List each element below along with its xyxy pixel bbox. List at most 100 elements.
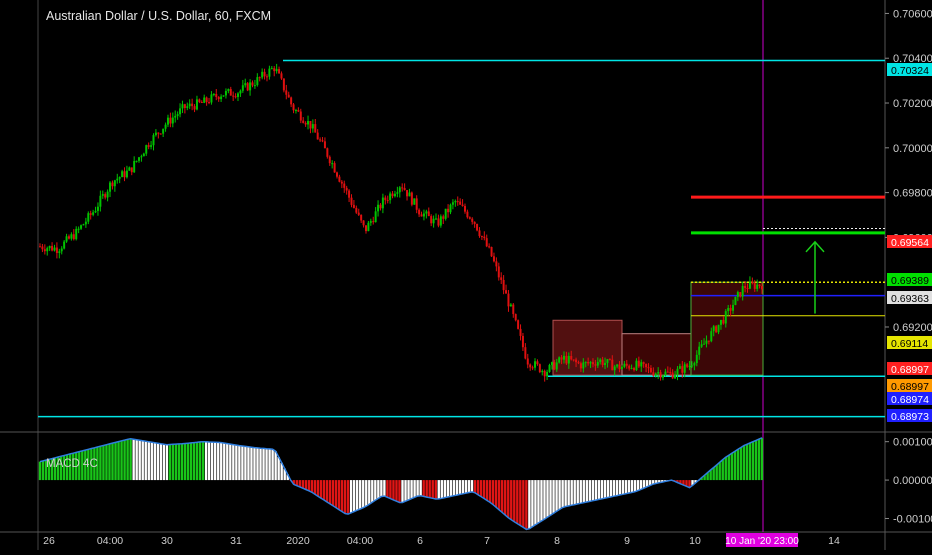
price-label-text: 0.68997 [891, 381, 929, 393]
macd-bar [198, 441, 202, 481]
candle-body [690, 365, 693, 367]
macd-bar [564, 480, 567, 507]
candle-body [186, 106, 189, 108]
candle-body [620, 366, 623, 370]
candle-body [101, 194, 104, 196]
candle-body [82, 224, 85, 226]
candle-body [570, 355, 573, 360]
macd-bar [434, 480, 437, 499]
macd-bar [310, 480, 314, 493]
macd-bar [630, 480, 634, 493]
macd-bar [507, 480, 510, 518]
chart-root[interactable]: 0.706000.704000.702000.700000.698000.696… [0, 0, 932, 550]
macd-bar [612, 480, 616, 497]
candle-body [519, 328, 522, 336]
macd-bar [591, 480, 595, 501]
macd-bar [419, 480, 422, 496]
candle-body [290, 97, 293, 105]
time-tick-label: 6 [417, 535, 423, 547]
chart-svg[interactable]: 0.706000.704000.702000.700000.698000.696… [0, 0, 932, 550]
candle-body [756, 284, 759, 289]
candle-body [72, 234, 75, 240]
candle-body [166, 117, 169, 125]
candle-body [727, 307, 730, 312]
macd-bar [398, 480, 401, 503]
candle-body [364, 225, 367, 232]
macd-bar [250, 447, 253, 481]
candle-body [630, 368, 633, 370]
candle-body [280, 73, 283, 79]
candle-body [418, 209, 421, 215]
candle-body [526, 358, 529, 365]
macd-bar [404, 480, 407, 502]
candle-body [471, 218, 474, 222]
candle-body [492, 256, 495, 262]
candle-body [647, 367, 650, 369]
candle-body [386, 200, 389, 202]
candle-body [565, 355, 568, 364]
macd-bar [627, 480, 631, 493]
macd-bar [114, 442, 117, 481]
candle-body [111, 182, 114, 187]
candle-body [739, 292, 742, 297]
candle-body [555, 362, 558, 370]
macd-bar [721, 459, 724, 481]
macd-bar [588, 480, 592, 502]
macd-bar [491, 480, 495, 505]
time-tick-label: 31 [230, 535, 242, 547]
macd-bar [226, 443, 229, 481]
candle-body [521, 335, 524, 348]
macd-bar [443, 480, 447, 498]
macd-bar [153, 442, 156, 481]
candle-body [319, 139, 322, 141]
macd-bar [271, 449, 274, 481]
macd-bar [473, 480, 477, 493]
candle-body [116, 178, 119, 181]
candle-body [425, 211, 428, 214]
candle-body [147, 145, 150, 147]
macd-bar [633, 480, 637, 492]
candle-body [140, 156, 143, 158]
candle-body [278, 69, 281, 74]
candle-body [309, 121, 312, 129]
candle-body [246, 83, 249, 91]
macd-bar [549, 480, 552, 516]
macd-bar [642, 480, 646, 488]
candle-body [753, 283, 756, 289]
candle-body [381, 197, 384, 209]
candle-body [331, 163, 334, 165]
macd-bar [600, 480, 604, 499]
candle-body [500, 277, 503, 280]
candle-body [611, 359, 614, 371]
candle-body [717, 324, 720, 333]
candle-body [703, 343, 706, 345]
macd-bar [204, 441, 208, 481]
candle-body [282, 78, 285, 91]
candle-body [338, 176, 341, 182]
candle-body [459, 201, 462, 205]
candle-body [461, 204, 464, 207]
candle-body [485, 238, 488, 247]
candle-body [217, 96, 220, 100]
candle-body [577, 362, 580, 364]
price-label-text: 0.69389 [891, 275, 929, 287]
price-tick-label: 0.69200 [893, 322, 932, 334]
candle-body [430, 216, 433, 224]
candle-body [514, 314, 517, 321]
macd-bar [470, 480, 474, 492]
macd-bar [147, 441, 150, 481]
macd-bar [522, 480, 525, 528]
macd-bar [543, 480, 546, 520]
candle-body [195, 99, 198, 110]
macd-bar [621, 480, 625, 495]
macd-bar [386, 480, 389, 498]
macd-bar [174, 444, 178, 481]
candle-body [671, 372, 674, 379]
candle-body [304, 122, 307, 125]
macd-bar [745, 444, 749, 481]
candle-body [613, 366, 616, 371]
candle-body [732, 305, 735, 311]
price-label-text: 0.69564 [891, 237, 929, 249]
candle-body [664, 371, 667, 376]
macd-bar [494, 480, 498, 508]
